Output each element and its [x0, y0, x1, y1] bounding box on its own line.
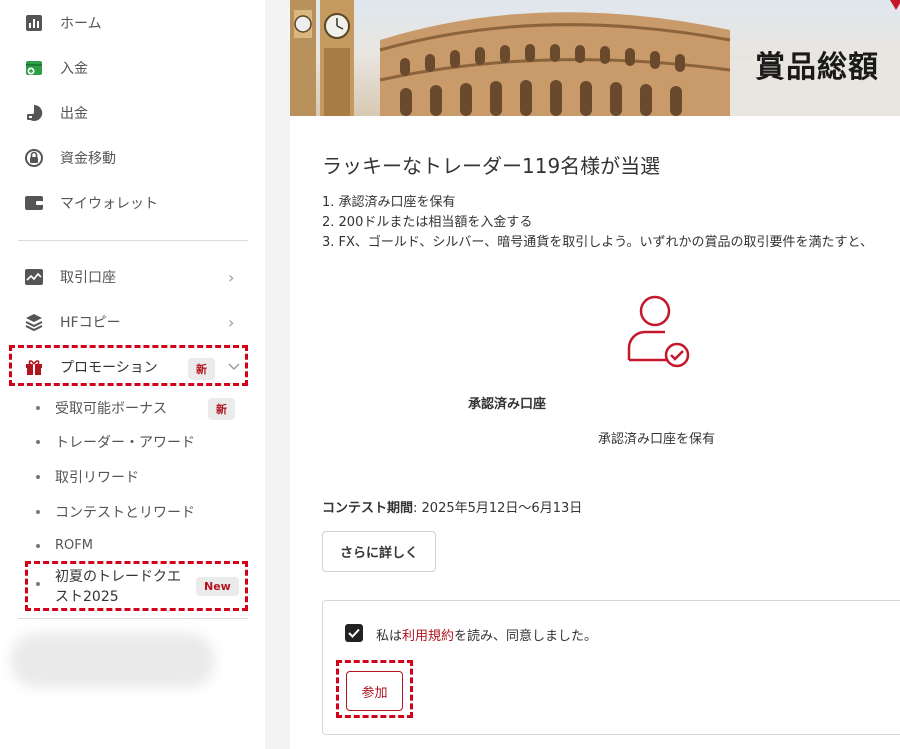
new-badge: New — [196, 577, 239, 596]
main-content: 賞品総額 ラッキーなトレーダー119名様が当選 1. 承認済み口座を保有 2. … — [265, 0, 900, 749]
submenu-item-label: 取引リワード — [55, 470, 139, 486]
sidebar-item-label: 入金 — [60, 61, 88, 77]
sidebar-item-label: HFコピー — [60, 315, 121, 331]
sidebar-item-label: 取引口座 — [60, 270, 116, 286]
promo-banner: 賞品総額 — [290, 0, 900, 116]
chevron-right-icon: › — [228, 267, 235, 287]
submenu-item-label: トレーダー・アワード — [55, 435, 195, 451]
submenu-item-bonus[interactable]: 受取可能ボーナス — [36, 398, 167, 418]
terms-prefix: 私は — [376, 629, 403, 644]
new-badge: 新 — [208, 398, 235, 420]
sidebar-item-label: ホーム — [60, 16, 102, 32]
withdraw-icon — [24, 103, 44, 123]
trading-chart-icon — [24, 267, 44, 287]
sidebar-divider — [18, 240, 248, 241]
page-title: ラッキーなトレーダー119名様が当選 — [322, 154, 661, 178]
bullet-icon — [36, 406, 40, 410]
submenu-item-label: 受取可能ボーナス — [55, 401, 167, 417]
sidebar-item-wallet[interactable]: マイウォレット — [0, 183, 265, 223]
sidebar-item-label: マイウォレット — [60, 196, 158, 212]
submenu-item-contest[interactable]: コンテストとリワード — [36, 502, 195, 522]
sidebar-divider — [18, 618, 248, 619]
step-title: 承認済み口座 — [467, 397, 546, 412]
chevron-down-icon — [228, 360, 240, 374]
sidebar: ホーム 入金 出金 資金移動 マイウォレット 取引口座 › HFコピー › プロ… — [0, 0, 265, 749]
terms-checkbox[interactable] — [345, 624, 363, 642]
submenu-item-rofm[interactable]: ROFM — [36, 538, 93, 553]
sidebar-item-trading-accounts[interactable]: 取引口座 › — [0, 257, 265, 297]
new-badge: 新 — [188, 358, 215, 380]
submenu-item-label-cont: スト2025 — [55, 589, 119, 605]
bar-chart-icon — [24, 13, 44, 33]
contest-period: コンテスト期間: 2025年5月12日〜6月13日 — [322, 497, 582, 516]
contest-period-value: : 2025年5月12日〜6月13日 — [413, 501, 583, 516]
sidebar-item-label: プロモーション — [60, 360, 158, 376]
banner-title: 賞品総額 — [755, 50, 879, 85]
bullet-icon — [36, 440, 40, 444]
requirement-item: 3. FX、ゴールド、シルバー、暗号通貨を取引しよう。いずれかの賞品の取引要件を… — [322, 235, 873, 250]
bullet-icon — [36, 582, 40, 586]
submenu-item-label: 初夏のトレードクエ — [55, 569, 181, 585]
sidebar-item-transfer[interactable]: 資金移動 — [0, 138, 265, 178]
wallet-icon — [24, 193, 44, 213]
requirement-item: 1. 承認済み口座を保有 — [322, 195, 456, 210]
chevron-right-icon: › — [228, 312, 235, 332]
sidebar-item-deposit[interactable]: 入金 — [0, 48, 265, 88]
submenu-item-label: ROFM — [55, 538, 93, 553]
checkmark-icon — [348, 628, 360, 638]
agreement-panel: 私は利用規約を読み、同意しました。 参加 — [322, 600, 900, 735]
gift-icon — [24, 357, 44, 377]
join-button[interactable]: 参加 — [346, 671, 403, 711]
bullet-icon — [36, 475, 40, 479]
bullet-icon — [36, 510, 40, 514]
terms-label: 私は利用規約を読み、同意しました。 — [376, 625, 597, 644]
layers-icon — [24, 312, 44, 332]
transfer-icon — [24, 148, 44, 168]
sidebar-item-withdraw[interactable]: 出金 — [0, 93, 265, 133]
verified-user-icon — [627, 295, 690, 368]
submenu-item-trader-award[interactable]: トレーダー・アワード — [36, 432, 195, 452]
submenu-item-summer-quest[interactable]: 初夏のトレードクエ スト2025 — [36, 567, 181, 607]
requirement-item: 2. 200ドルまたは相当額を入金する — [322, 215, 533, 230]
terms-link[interactable]: 利用規約 — [402, 629, 454, 644]
sidebar-item-promotion[interactable]: プロモーション 新 — [0, 347, 265, 387]
contest-period-label: コンテスト期間 — [322, 501, 414, 516]
sidebar-item-hf-copy[interactable]: HFコピー › — [0, 302, 265, 342]
more-details-button[interactable]: さらに詳しく — [322, 531, 436, 572]
step-description: 承認済み口座を保有 — [598, 432, 716, 447]
submenu-item-trade-reward[interactable]: 取引リワード — [36, 467, 139, 487]
contest-card: 賞品総額 ラッキーなトレーダー119名様が当選 1. 承認済み口座を保有 2. … — [290, 0, 900, 749]
sidebar-item-label: 資金移動 — [60, 151, 116, 167]
deposit-icon — [24, 58, 44, 78]
sidebar-item-label: 出金 — [60, 106, 88, 122]
terms-suffix: を読み、同意しました。 — [454, 629, 598, 644]
bullet-icon — [36, 543, 40, 548]
submenu-item-label: コンテストとリワード — [55, 505, 195, 521]
sidebar-item-home[interactable]: ホーム — [0, 3, 265, 43]
redacted-area — [10, 633, 215, 688]
